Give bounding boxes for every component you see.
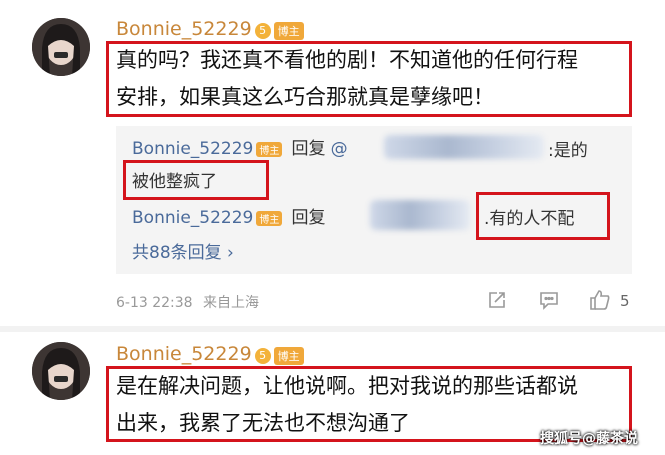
timestamp: 6-13 22:38 — [116, 295, 193, 311]
comment-text-line: 是在解决问题，让他说啊。把对我说的那些话都说 — [116, 374, 578, 398]
blogger-badge: 博主 — [273, 346, 304, 365]
like-count: 5 — [620, 292, 630, 310]
vip-icon: 5 — [254, 22, 271, 39]
comment-text-line: 安排，如果真这么巧合那就真是孽缘吧！ — [116, 85, 494, 109]
reply-text: :是的 — [548, 141, 588, 161]
reply-username[interactable]: Bonnie_52229 — [132, 208, 253, 228]
view-replies-link[interactable]: 共88条回复 › — [132, 238, 234, 263]
chevron-right-icon: › — [227, 243, 234, 263]
comment-meta: 6-13 22:38 来自上海 — [116, 292, 259, 312]
comment-text-line: 真的吗？我还真不看他的剧！不知道他的任何行程 — [116, 48, 578, 72]
share-icon[interactable] — [486, 289, 508, 311]
avatar[interactable] — [32, 342, 90, 400]
reply-header: Bonnie_52229 博主 回复 — [132, 203, 325, 228]
comment-text: 真的吗？我还真不看他的剧！不知道他的任何行程 安排，如果真这么巧合那就真是孽缘吧… — [116, 42, 631, 116]
avatar[interactable] — [32, 18, 90, 76]
blogger-badge: 博主 — [273, 21, 304, 40]
divider — [0, 326, 665, 332]
mention-at[interactable]: @ — [331, 139, 348, 159]
comment-header: Bonnie_52229 5 博主 — [116, 18, 304, 40]
reply-count: 共88条回复 — [132, 243, 222, 263]
watermark: 搜狐号@藤茶说 — [540, 431, 638, 447]
vip-icon: 5 — [254, 347, 271, 364]
comment-icon[interactable] — [538, 289, 560, 311]
reply-action: 回复 — [291, 139, 326, 159]
username[interactable]: Bonnie_52229 — [116, 18, 252, 40]
reply-text: .有的人不配 — [484, 209, 575, 229]
blurred-username — [370, 200, 470, 230]
blurred-username — [384, 135, 544, 159]
blogger-badge: 博主 — [256, 211, 283, 226]
reply-username[interactable]: Bonnie_52229 — [132, 139, 253, 159]
reply-header: Bonnie_52229 博主 回复 @ — [132, 134, 348, 159]
blogger-badge: 博主 — [256, 142, 283, 157]
reply-action: 回复 — [291, 208, 326, 228]
reply-text-line: 被他整疯了 — [132, 172, 217, 192]
username[interactable]: Bonnie_52229 — [116, 343, 252, 365]
location: 来自上海 — [203, 295, 260, 311]
like-icon[interactable] — [588, 288, 612, 312]
comment-header: Bonnie_52229 5 博主 — [116, 343, 304, 365]
